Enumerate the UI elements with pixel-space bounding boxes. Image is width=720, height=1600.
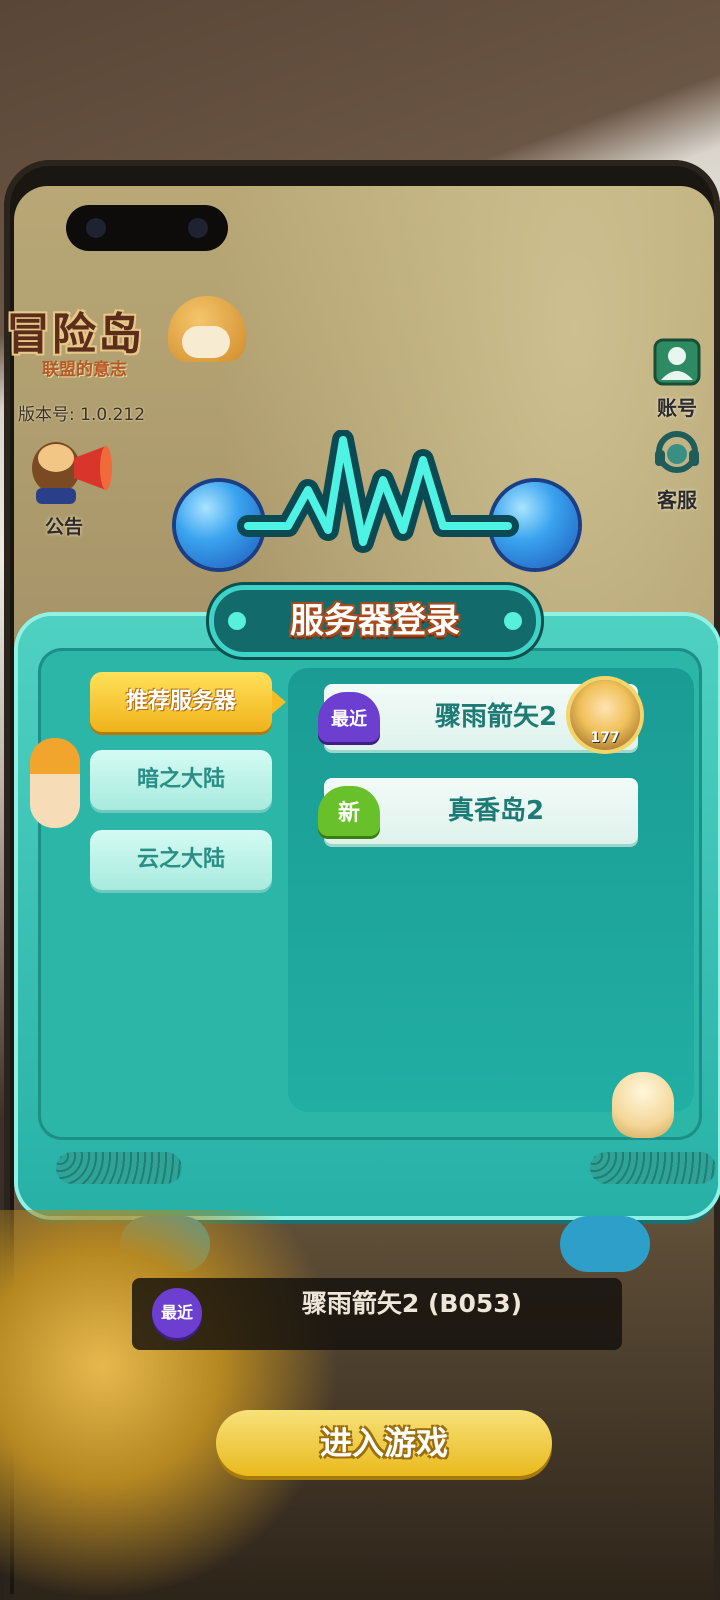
- game-logo: 冒险岛: [6, 309, 144, 360]
- camera-lens: [86, 218, 106, 238]
- front-camera: [66, 205, 228, 251]
- account-button[interactable]: 账号: [642, 336, 712, 421]
- mushroom-mascot-left: [30, 738, 80, 828]
- tab-cloud-continent[interactable]: 云之大陆: [90, 830, 272, 890]
- character-artwork: [0, 1210, 340, 1600]
- current-server-name: 骤雨箭矢2 (B053): [301, 1289, 523, 1318]
- dialog-title: 服务器登录: [290, 601, 460, 641]
- server-item-new[interactable]: 新 真香岛2: [318, 778, 638, 844]
- account-label: 账号: [657, 396, 697, 420]
- title-dot: [228, 612, 246, 630]
- customer-service-label: 客服: [657, 488, 697, 512]
- enter-game-button[interactable]: 进入游戏: [216, 1410, 552, 1476]
- camera-lens: [188, 218, 208, 238]
- character-level: 177: [590, 730, 620, 746]
- server-item-recent[interactable]: 最近 骤雨箭矢2 177: [318, 680, 640, 750]
- headset-icon: [655, 431, 699, 473]
- server-name: 骤雨箭矢2: [434, 702, 558, 732]
- signal-wave-icon: [237, 430, 519, 553]
- version-label: 版本号: 1.0.212: [18, 405, 146, 425]
- dialog-title-bar: 服务器登录: [214, 590, 536, 652]
- character-avatar: 177: [570, 680, 640, 750]
- speaker-grille-right: [590, 1152, 716, 1184]
- recent-badge: 最近: [152, 1288, 202, 1338]
- tab-recommended-servers[interactable]: 推荐服务器: [90, 672, 286, 732]
- game-logo-subtitle: 联盟的意志: [42, 360, 127, 380]
- egg-mascot-icon: [612, 1072, 674, 1138]
- title-dot: [504, 612, 522, 630]
- server-name: 真香岛2: [447, 796, 545, 826]
- tab-dark-continent[interactable]: 暗之大陆: [90, 750, 272, 810]
- customer-service-button[interactable]: 客服: [642, 428, 712, 513]
- megaphone-character-icon: [32, 442, 112, 504]
- speaker-grille-left: [56, 1152, 182, 1184]
- new-badge: 新: [318, 786, 380, 836]
- user-card-icon: [653, 338, 701, 386]
- dialog-foot-right: [560, 1216, 650, 1272]
- recent-badge: 最近: [318, 692, 380, 742]
- current-server-bar[interactable]: 最近 骤雨箭矢2 (B053): [132, 1278, 622, 1350]
- notice-label: 公告: [44, 516, 83, 538]
- notice-button[interactable]: 公告: [18, 426, 118, 542]
